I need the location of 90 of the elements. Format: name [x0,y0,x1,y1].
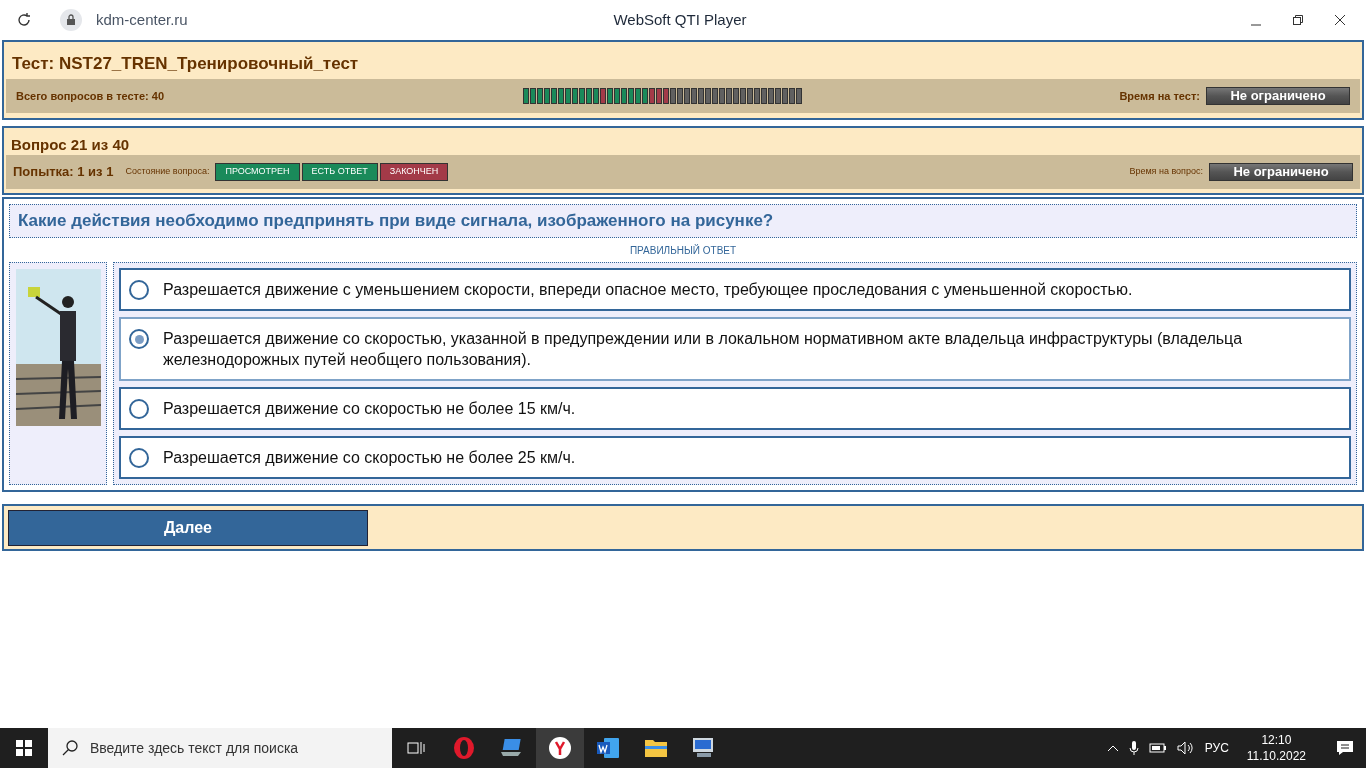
folder-icon[interactable] [644,738,668,758]
question-progress-cell[interactable] [740,88,746,104]
question-progress-cell[interactable] [558,88,564,104]
answer-option[interactable]: Разрешается движение с уменьшением скорости, впереди опасное место, требующее проследования с уменьшенной скоростью. [119,268,1351,311]
opera-icon[interactable] [452,736,476,760]
question-progress-cell[interactable] [551,88,557,104]
test-title: Тест: NST27_TREN_Тренировочный_тест [11,53,360,75]
question-progress-cell[interactable] [663,88,669,104]
question-progress-cell[interactable] [733,88,739,104]
question-time-value: Не ограничено [1209,163,1353,181]
address-text[interactable]: kdm-center.ru [96,8,188,32]
question-progress-cell[interactable] [691,88,697,104]
word-icon[interactable] [596,737,620,759]
question-progress-cell[interactable] [649,88,655,104]
clock-date[interactable]: 11.10.2022 [1246,748,1306,764]
question-progress-cell[interactable] [754,88,760,104]
yandex-browser-icon[interactable] [548,736,572,760]
volume-icon[interactable] [1176,741,1195,755]
question-number: Вопрос 21 из 40 [10,135,131,155]
laptop-icon[interactable] [500,737,524,759]
radio-button[interactable] [129,399,149,419]
battery-icon[interactable] [1148,742,1167,754]
question-progress-cell[interactable] [712,88,718,104]
question-progress-cell[interactable] [537,88,543,104]
answer-text: Разрешается движение со скоростью, указанной в предупреждении или в локальном нормативном акте владельца инфраструктуры (владельца железнодорожных путей необщего пользования). [163,329,1244,370]
question-progress-cell[interactable] [607,88,613,104]
restore-icon[interactable] [1292,14,1304,26]
question-time-label: Время на вопрос: [1129,165,1203,179]
question-progress-cell[interactable] [698,88,704,104]
notifications-icon[interactable] [1336,740,1354,756]
question-progress-cell[interactable] [768,88,774,104]
reload-icon[interactable] [16,12,32,28]
answer-option[interactable]: Разрешается движение со скоростью не более 25 км/ч. [119,436,1351,479]
question-state-label: Состояние вопроса: [125,165,210,179]
clock-time[interactable]: 12:10 [1261,732,1292,748]
close-icon[interactable] [1334,14,1346,26]
question-progress-cell[interactable] [782,88,788,104]
question-state-badge: ЕСТЬ ОТВЕТ [301,163,378,181]
answer-text: Разрешается движение с уменьшением скорости, впереди опасное место, требующее проследования с уменьшенной скоростью. [163,280,1133,300]
question-state-badge: ЗАКОНЧЕН [379,163,449,181]
answer-text: Разрешается движение со скоростью не более 15 км/ч. [163,399,576,419]
question-progress-cell[interactable] [670,88,676,104]
question-progress-cell[interactable] [628,88,634,104]
test-time-label: Время на тест: [1119,88,1200,104]
question-progress-cell[interactable] [726,88,732,104]
question-progress-cell[interactable] [572,88,578,104]
question-progress-cell[interactable] [586,88,592,104]
question-progress-cell[interactable] [523,88,529,104]
question-progress-cell[interactable] [677,88,683,104]
attempt-label: Попытка: 1 из 1 [13,163,114,182]
answer-option[interactable]: Разрешается движение со скоростью не более 15 км/ч. [119,387,1351,430]
question-progress-cell[interactable] [684,88,690,104]
question-progress-cell[interactable] [761,88,767,104]
question-progress-cell[interactable] [789,88,795,104]
search-icon [62,740,78,756]
question-progress-cell[interactable] [530,88,536,104]
question-progress-cell[interactable] [544,88,550,104]
taskbar-search-field[interactable]: Введите здесь текст для поиска [48,728,392,768]
answer-option[interactable]: Разрешается движение со скоростью, указанной в предупреждении или в локальном нормативном акте владельца инфраструктуры (владельца железнодорожных путей необщего пользования). [119,317,1351,381]
question-progress-cell[interactable] [593,88,599,104]
radio-button[interactable] [129,448,149,468]
test-time-value: Не ограничено [1206,87,1350,105]
question-state-badge: ПРОСМОТРЕН [215,163,300,181]
question-progress-cell[interactable] [705,88,711,104]
question-progress-cell[interactable] [600,88,606,104]
answer-text: Разрешается движение со скоростью не более 25 км/ч. [163,448,576,468]
question-progress-cell[interactable] [747,88,753,104]
question-text: Какие действия необходимо предпринять при виде сигнала, изображенного на рисунке? [9,204,1357,239]
chevron-up-icon[interactable] [1106,744,1119,752]
radio-button[interactable] [129,280,149,300]
microphone-icon[interactable] [1128,740,1139,756]
question-progress-cell[interactable] [642,88,648,104]
total-questions-label: Всего вопросов в тесте: 40 [16,88,165,104]
next-button[interactable]: Далее [8,509,368,546]
question-progress-cell[interactable] [656,88,662,104]
question-progress-cell[interactable] [621,88,627,104]
question-progress-cell[interactable] [635,88,641,104]
question-progress-cell[interactable] [614,88,620,104]
question-progress-cell[interactable] [719,88,725,104]
window-title: WebSoft QTI Player [612,9,748,30]
language-indicator[interactable]: РУС [1204,739,1229,757]
question-progress-cell[interactable] [796,88,802,104]
answer-hint: ПРАВИЛЬНЫЙ ОТВЕТ [628,243,738,258]
lock-icon [60,9,82,31]
radio-button[interactable] [129,329,149,349]
question-progress-cell[interactable] [775,88,781,104]
question-progress-cell[interactable] [579,88,585,104]
task-view-icon[interactable] [407,740,425,756]
question-progress-cell[interactable] [565,88,571,104]
windows-start-icon[interactable] [16,740,32,756]
